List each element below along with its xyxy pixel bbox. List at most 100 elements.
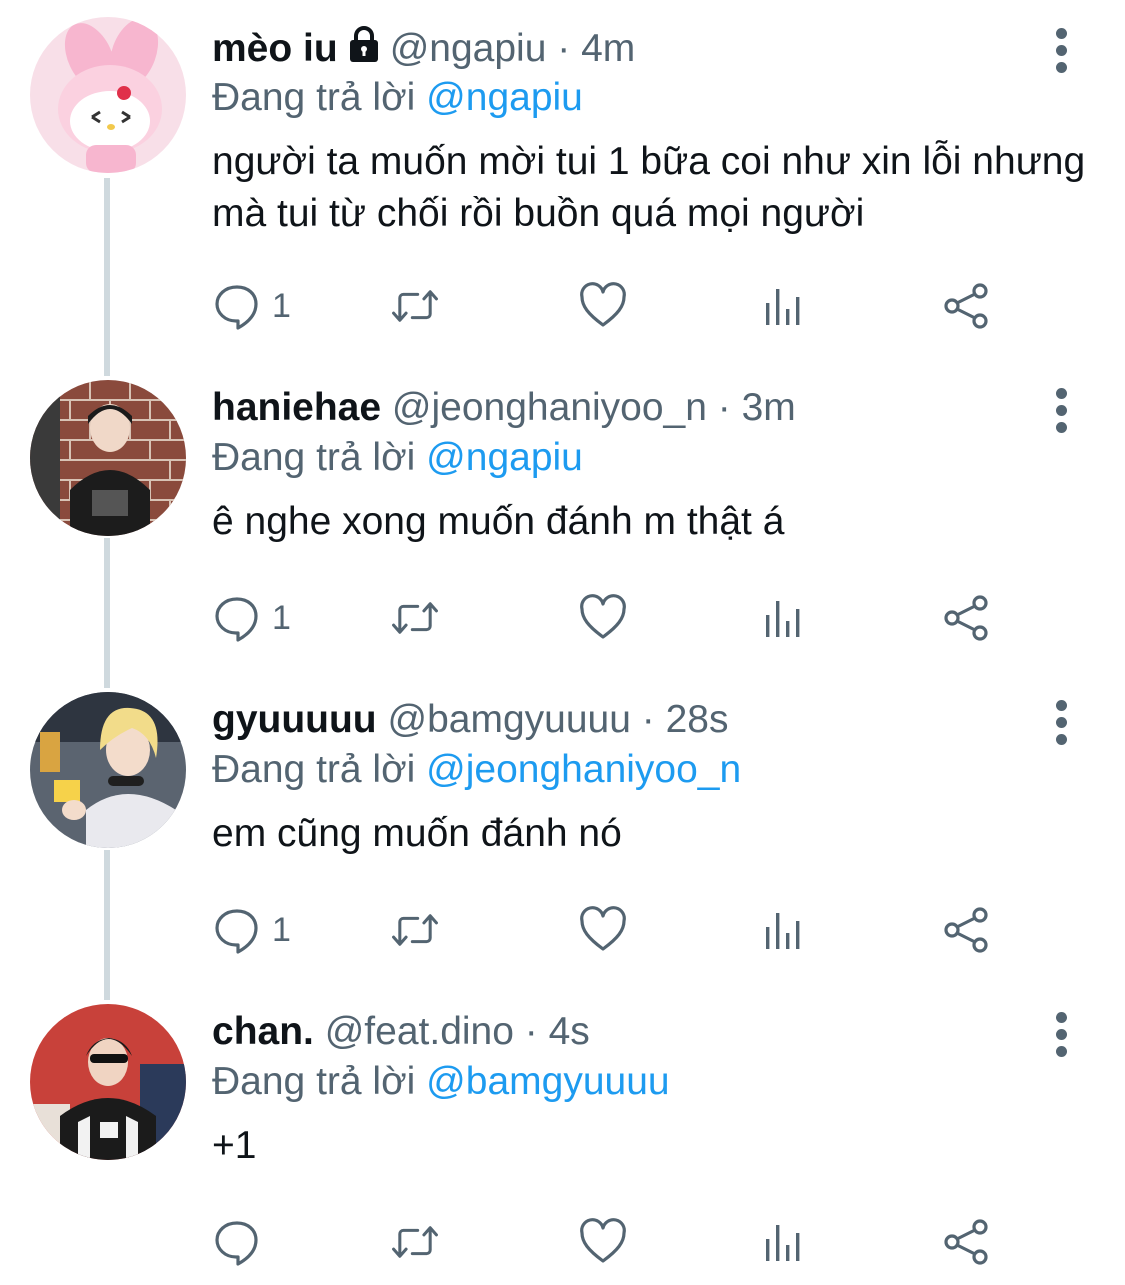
tweet-header: chan. @feat.dino · 4s xyxy=(212,1008,1035,1056)
reply-button[interactable] xyxy=(212,1214,272,1270)
more-options-icon[interactable] xyxy=(1045,1010,1079,1058)
separator: · xyxy=(513,1010,549,1053)
person-brick-wall-avatar xyxy=(30,380,186,536)
tweet[interactable]: mèo iu @ngapiu · 4m Đang trả lời @ngapiu … xyxy=(0,0,1125,330)
timestamp[interactable]: 4m xyxy=(581,27,635,70)
person-jacket-avatar xyxy=(30,1004,186,1160)
retweet-button[interactable] xyxy=(390,278,440,334)
handle[interactable]: @jeonghaniyoo_n xyxy=(392,386,707,429)
reply-mention[interactable]: @bamgyuuuu xyxy=(426,1060,669,1103)
handle[interactable]: @feat.dino xyxy=(325,1010,514,1053)
share-icon xyxy=(944,283,988,329)
heart-icon xyxy=(580,594,626,639)
share-button[interactable] xyxy=(942,278,992,334)
timestamp[interactable]: 3m xyxy=(742,386,796,429)
action-bar xyxy=(212,1214,1012,1274)
display-name[interactable]: gyuuuuu xyxy=(212,698,377,741)
share-icon xyxy=(944,1219,988,1265)
reply-mention[interactable]: @ngapiu xyxy=(426,436,583,479)
retweet-icon xyxy=(392,914,438,946)
share-button[interactable] xyxy=(942,902,992,958)
display-name[interactable]: haniehae xyxy=(212,386,381,429)
reply-mention[interactable]: @jeonghaniyoo_n xyxy=(426,748,741,791)
action-bar: 1 xyxy=(212,278,1012,338)
action-bar: 1 xyxy=(212,590,1012,650)
lock-icon xyxy=(344,24,384,76)
reply-button[interactable]: 1 xyxy=(212,902,291,958)
heart-icon xyxy=(580,906,626,951)
retweet-icon xyxy=(392,1226,438,1258)
views-button[interactable] xyxy=(758,590,808,646)
retweet-button[interactable] xyxy=(390,1214,440,1270)
reply-icon xyxy=(215,285,258,330)
separator: · xyxy=(630,698,666,741)
tweet[interactable]: chan. @feat.dino · 4s Đang trả lời @bamg… xyxy=(0,984,1125,1285)
analytics-icon xyxy=(766,289,800,325)
like-button[interactable] xyxy=(578,902,628,958)
tweet-text: người ta muốn mời tui 1 bữa coi như xin … xyxy=(212,140,1086,235)
like-button[interactable] xyxy=(578,278,628,334)
more-options-icon[interactable] xyxy=(1045,698,1079,746)
replying-to: Đang trả lời @ngapiu xyxy=(212,434,583,482)
heart-icon xyxy=(580,282,626,327)
share-button[interactable] xyxy=(942,590,992,646)
avatar[interactable] xyxy=(30,692,186,848)
share-button[interactable] xyxy=(942,1214,992,1270)
retweet-icon xyxy=(392,290,438,322)
separator: · xyxy=(546,27,582,70)
views-button[interactable] xyxy=(758,902,808,958)
tweet-header: haniehae @jeonghaniyoo_n · 3m xyxy=(212,384,1035,432)
reply-count: 1 xyxy=(272,598,291,637)
views-button[interactable] xyxy=(758,278,808,334)
reply-thread: mèo iu @ngapiu · 4m Đang trả lời @ngapiu … xyxy=(0,0,1125,1285)
pink-bunny-avatar xyxy=(30,17,186,173)
heart-icon xyxy=(580,1218,626,1263)
display-name[interactable]: chan. xyxy=(212,1010,314,1053)
timestamp[interactable]: 4s xyxy=(549,1010,590,1053)
more-options-icon[interactable] xyxy=(1045,26,1079,74)
analytics-icon xyxy=(766,601,800,637)
retweet-icon xyxy=(392,602,438,634)
display-name[interactable]: mèo iu xyxy=(212,27,338,70)
replying-label: Đang trả lời xyxy=(212,748,416,791)
replying-label: Đang trả lời xyxy=(212,436,416,479)
tweet-text: +1 xyxy=(212,1124,257,1167)
reply-button[interactable]: 1 xyxy=(212,278,291,334)
share-icon xyxy=(944,595,988,641)
reply-button[interactable]: 1 xyxy=(212,590,291,646)
blonde-person-avatar xyxy=(30,692,186,848)
timestamp[interactable]: 28s xyxy=(666,698,729,741)
share-icon xyxy=(944,907,988,953)
action-bar: 1 xyxy=(212,902,1012,962)
like-button[interactable] xyxy=(578,590,628,646)
reply-icon xyxy=(215,597,258,642)
handle[interactable]: @ngapiu xyxy=(390,27,547,70)
replying-to: Đang trả lời @jeonghaniyoo_n xyxy=(212,746,741,794)
reply-mention[interactable]: @ngapiu xyxy=(426,76,583,119)
avatar[interactable] xyxy=(30,380,186,536)
avatar[interactable] xyxy=(30,1004,186,1160)
separator: · xyxy=(706,386,742,429)
retweet-button[interactable] xyxy=(390,590,440,646)
more-options-icon[interactable] xyxy=(1045,386,1079,434)
views-button[interactable] xyxy=(758,1214,808,1270)
tweet-header: mèo iu @ngapiu · 4m xyxy=(212,24,1035,76)
reply-icon xyxy=(215,1221,258,1266)
analytics-icon xyxy=(766,913,800,949)
reply-count: 1 xyxy=(272,286,291,325)
tweet[interactable]: gyuuuuu @bamgyuuuu · 28s Đang trả lời @j… xyxy=(0,672,1125,984)
tweet-header: gyuuuuu @bamgyuuuu · 28s xyxy=(212,696,1035,744)
retweet-button[interactable] xyxy=(390,902,440,958)
replying-label: Đang trả lời xyxy=(212,1060,416,1103)
like-button[interactable] xyxy=(578,1214,628,1270)
analytics-icon xyxy=(766,1225,800,1261)
replying-label: Đang trả lời xyxy=(212,76,416,119)
avatar[interactable] xyxy=(30,17,186,173)
replying-to: Đang trả lời @bamgyuuuu xyxy=(212,1058,670,1106)
tweet-text: ê nghe xong muốn đánh m thật á xyxy=(212,500,785,543)
reply-count: 1 xyxy=(272,910,291,949)
tweet-text: em cũng muốn đánh nó xyxy=(212,812,622,855)
handle[interactable]: @bamgyuuuu xyxy=(387,698,630,741)
tweet[interactable]: haniehae @jeonghaniyoo_n · 3m Đang trả l… xyxy=(0,360,1125,672)
replying-to: Đang trả lời @ngapiu xyxy=(212,74,583,122)
